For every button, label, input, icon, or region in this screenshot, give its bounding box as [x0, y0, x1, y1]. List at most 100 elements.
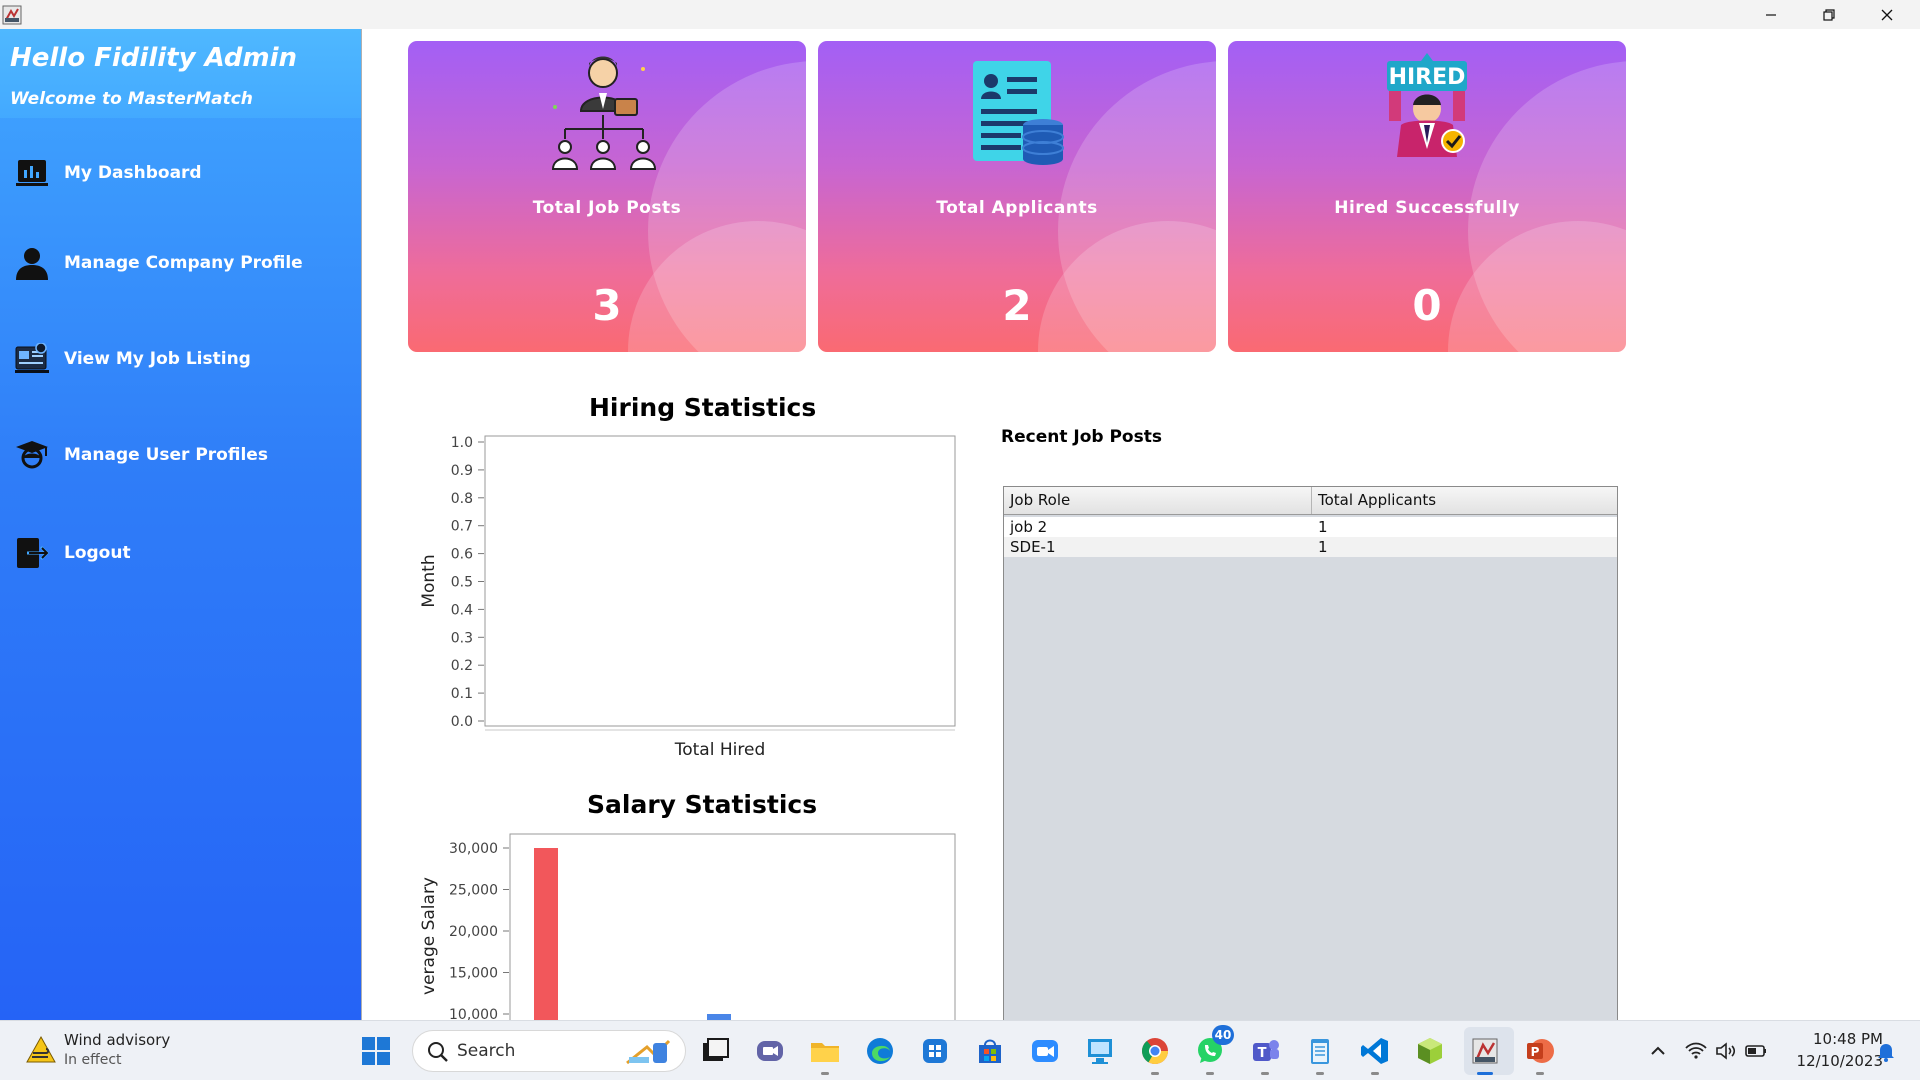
close-icon: [1881, 9, 1893, 20]
teams-icon: T: [1253, 1040, 1279, 1061]
hiring-plot-area: [484, 435, 956, 727]
wind-advisory-icon[interactable]: [26, 1035, 56, 1065]
chrome-browser-button[interactable]: [1137, 1033, 1173, 1075]
cell-job-role: SDE-1: [1010, 538, 1056, 556]
search-placeholder: Search: [457, 1041, 516, 1061]
powerpoint-icon: P: [1527, 1039, 1554, 1063]
powerpoint-button[interactable]: P: [1522, 1033, 1558, 1075]
recent-job-posts-title: Recent Job Posts: [1001, 427, 1162, 447]
taskbar: Wind advisory In effect Search 40 T P 10…: [0, 1020, 1920, 1080]
salary-chart-title: Salary Statistics: [587, 790, 818, 819]
hired-sign-text: HIRED: [1389, 65, 1466, 90]
battery-icon[interactable]: [1744, 1039, 1768, 1063]
hiring-y-tick-label: 0.6: [451, 547, 473, 563]
card-value: 2: [1002, 281, 1032, 330]
card-total-job-posts: Total Job Posts 3: [408, 41, 806, 352]
folder-icon: [811, 1043, 839, 1062]
java-app-icon: [1472, 1038, 1498, 1064]
file-explorer-button[interactable]: [807, 1033, 843, 1075]
chrome-icon: [1141, 1038, 1169, 1065]
sidebar-divider: [361, 29, 362, 1020]
monitor-icon: [1088, 1039, 1112, 1064]
user-icon: [14, 245, 50, 281]
video-chat-icon: [757, 1041, 783, 1061]
card-label: Hired Successfully: [1334, 198, 1520, 218]
table-row[interactable]: SDE-1 1: [1004, 537, 1617, 557]
taskbar-search-input[interactable]: Search: [412, 1030, 686, 1072]
notification-bell-icon[interactable]: [1874, 1039, 1898, 1063]
meet-app-button[interactable]: [752, 1033, 788, 1069]
sidebar-item-label: Manage User Profiles: [64, 445, 268, 465]
minimize-button[interactable]: [1742, 0, 1800, 29]
sidebar-header: Hello Fidility Admin Welcome to MasterMa…: [0, 29, 361, 118]
salary-plot-area: [509, 833, 956, 1035]
search-icon: [428, 1042, 448, 1062]
sidebar-item-logout[interactable]: Logout: [0, 523, 361, 583]
whatsapp-unread-badge: 40: [1212, 1025, 1234, 1045]
minimize-icon: [1766, 13, 1776, 16]
zoom-app-button[interactable]: [1027, 1033, 1063, 1069]
card-hired-successfully: HIRED Hired Successfully 0: [1228, 41, 1626, 352]
hiring-y-tick-label: 0.9: [451, 463, 473, 479]
java-app-icon: [2, 5, 22, 25]
column-header-total-applicants[interactable]: Total Applicants: [1312, 487, 1617, 514]
welcome-text: Welcome to MasterMatch: [10, 89, 253, 109]
salary-y-tick-label: 20,000: [449, 924, 498, 940]
search-highlight-icon: [626, 1039, 671, 1065]
hiring-y-tick-label: 1.0: [451, 435, 473, 451]
zoom-icon: [1032, 1040, 1058, 1062]
notepad-icon: [1311, 1039, 1329, 1064]
restore-button[interactable]: [1800, 0, 1858, 29]
sidebar-item-company-profile[interactable]: Manage Company Profile: [0, 233, 361, 293]
logout-icon: [14, 535, 50, 571]
cell-total-applicants: 1: [1318, 538, 1328, 556]
remote-desktop-button[interactable]: [1082, 1033, 1118, 1069]
card-value: 0: [1412, 281, 1442, 330]
vscode-button[interactable]: [1357, 1033, 1393, 1075]
teams-button[interactable]: T: [1247, 1033, 1283, 1075]
virtualbox-button[interactable]: [1412, 1033, 1448, 1069]
card-total-applicants: Total Applicants 2: [818, 41, 1216, 352]
hiring-y-tick-label: 0.4: [451, 602, 473, 618]
hiring-chart-title: Hiring Statistics: [589, 393, 817, 422]
sidebar-item-user-profiles[interactable]: Manage User Profiles: [0, 425, 361, 485]
volume-icon[interactable]: [1714, 1039, 1738, 1063]
windows-start-icon[interactable]: [362, 1037, 390, 1065]
cell-total-applicants: 1: [1318, 518, 1328, 536]
table-row[interactable]: job 2 1: [1004, 517, 1617, 537]
card-value: 3: [592, 281, 622, 330]
app-launcher-button[interactable]: [917, 1033, 953, 1069]
edge-browser-button[interactable]: [862, 1033, 898, 1069]
clock-date[interactable]: 12/10/2023: [1783, 1052, 1883, 1070]
hiring-statistics-chart: 0.0 0.1 0.2 0.3 0.4 0.5 0.6 0.7 0.8 0.9 1.0 Total …: [419, 435, 956, 760]
hiring-y-tick-label: 0.1: [451, 686, 473, 702]
sidebar-item-dashboard[interactable]: My Dashboard: [0, 143, 361, 203]
salary-y-tick-label: 15,000: [449, 966, 498, 982]
widgets-icon: [923, 1039, 947, 1063]
task-view-button[interactable]: [697, 1033, 733, 1069]
hiring-x-axis-label: Total Hired: [674, 740, 765, 760]
column-header-job-role[interactable]: Job Role: [1004, 487, 1311, 514]
hiring-y-tick-label: 0.8: [451, 491, 473, 507]
whatsapp-button[interactable]: 40: [1192, 1025, 1234, 1075]
recent-jobs-table: Job Role Total Applicants job 2 1 SDE-1 …: [1003, 486, 1618, 1020]
cube-icon: [1418, 1038, 1442, 1064]
weather-title[interactable]: Wind advisory: [64, 1031, 170, 1049]
job-listing-icon: [14, 341, 50, 377]
close-button[interactable]: [1858, 0, 1916, 29]
microsoft-store-button[interactable]: [972, 1033, 1008, 1069]
chevron-up-icon[interactable]: [1646, 1039, 1670, 1063]
notepad-button[interactable]: [1302, 1033, 1338, 1075]
weather-subtitle: In effect: [64, 1052, 122, 1068]
graduate-icon: [14, 437, 50, 473]
table-header: Job Role Total Applicants: [1004, 487, 1617, 515]
sidebar-item-label: View My Job Listing: [64, 349, 251, 369]
sidebar-item-job-listing[interactable]: View My Job Listing: [0, 329, 361, 389]
org-chart-icon: [408, 47, 806, 177]
sidebar: Hello Fidility Admin Welcome to MasterMa…: [0, 29, 361, 1020]
wifi-icon[interactable]: [1684, 1039, 1708, 1063]
cell-job-role: job 2: [1010, 518, 1048, 536]
java-app-taskbar-button[interactable]: [1467, 1033, 1503, 1075]
hiring-y-tick-label: 0.2: [451, 658, 473, 674]
clock-time[interactable]: 10:48 PM: [1793, 1030, 1883, 1048]
